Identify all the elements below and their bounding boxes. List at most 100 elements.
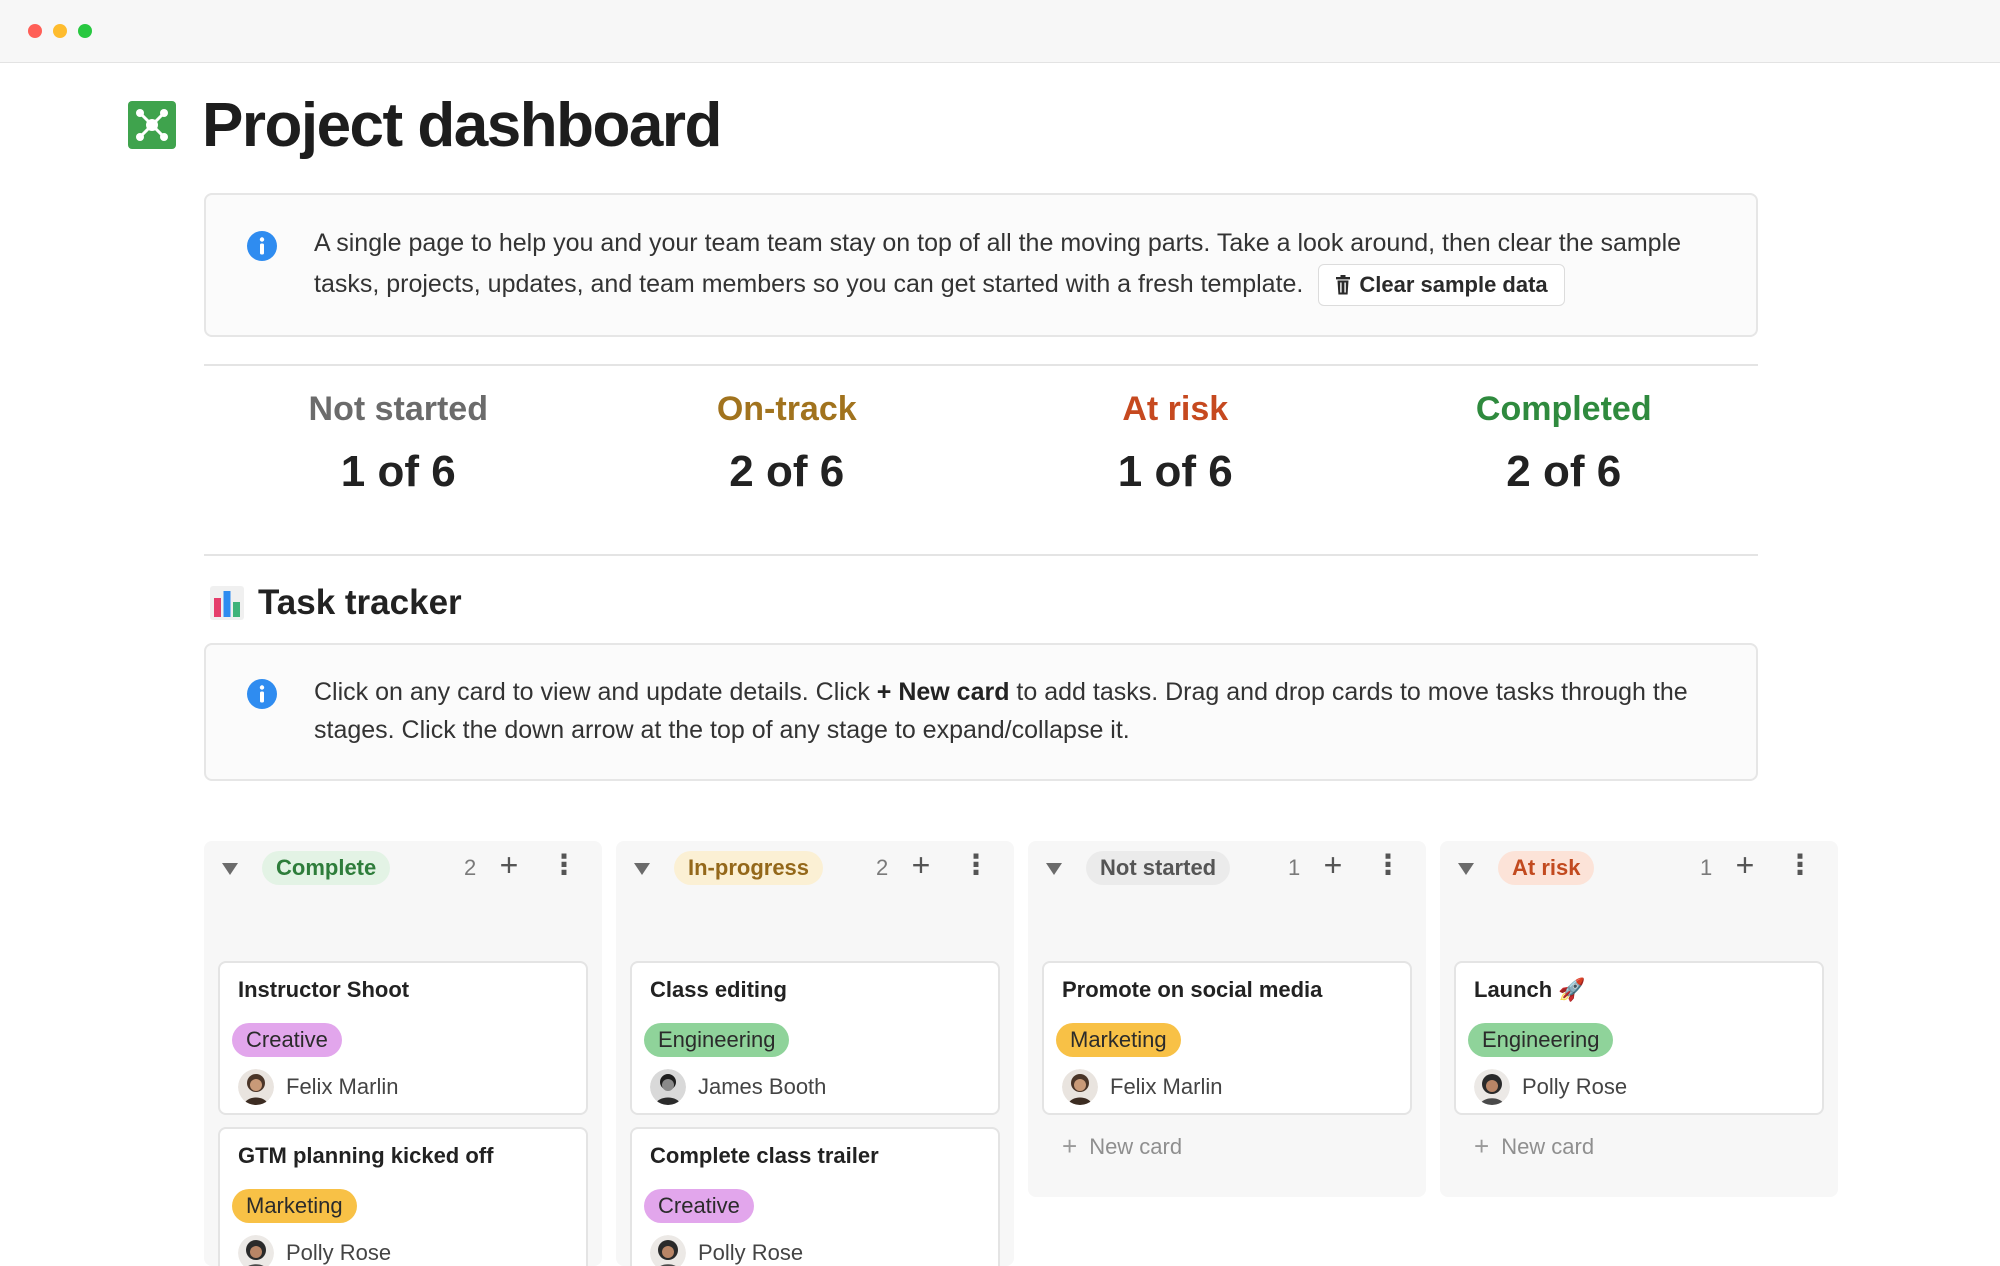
card-title: Instructor Shoot: [238, 977, 410, 1002]
intro-callout: A single page to help you and your team …: [204, 193, 1758, 337]
plus-icon: +: [1062, 1131, 1078, 1161]
column-count: 2: [464, 855, 477, 880]
task-tracker-header: Task tracker: [210, 578, 462, 628]
card-title: Complete class trailer: [650, 1143, 879, 1168]
assignee-name: James Booth: [698, 1074, 827, 1099]
new-card-button[interactable]: + New card: [1474, 1131, 1594, 1162]
column-header: Complete 2 + ⋮: [204, 841, 602, 901]
task-card[interactable]: Complete class trailer Creative Polly Ro…: [630, 1127, 1000, 1266]
card-title: Promote on social media: [1062, 977, 1323, 1002]
card-tag: Marketing: [232, 1189, 357, 1223]
stat-completed: Completed 2 of 6: [1370, 364, 1759, 504]
collapse-caret-icon[interactable]: [634, 863, 650, 875]
status-pill: In-progress: [674, 851, 824, 885]
assignee-name: Polly Rose: [1522, 1074, 1628, 1099]
info-icon: [247, 231, 277, 261]
more-options-icon[interactable]: ⋮: [1374, 847, 1402, 883]
task-tracker-title: Task tracker: [258, 583, 462, 622]
more-options-icon[interactable]: ⋮: [550, 847, 578, 883]
assignee-name: Felix Marlin: [1110, 1074, 1223, 1099]
page-title: Project dashboard: [202, 90, 722, 160]
add-card-icon[interactable]: +: [1318, 847, 1348, 883]
help-text-part: Click on any card to view and update det…: [314, 678, 877, 706]
more-options-icon[interactable]: ⋮: [962, 847, 990, 883]
avatar: [650, 1069, 686, 1105]
new-card-label: New card: [1501, 1133, 1595, 1159]
assignee-name: Polly Rose: [698, 1240, 804, 1265]
assignee-name: Polly Rose: [286, 1240, 392, 1265]
stat-label: Completed: [1475, 390, 1652, 428]
task-card[interactable]: GTM planning kicked off Marketing Polly …: [218, 1127, 588, 1266]
card-title: Class editing: [650, 977, 787, 1002]
stat-value: 1 of 6: [1117, 447, 1233, 496]
stat-value: 2 of 6: [729, 447, 845, 496]
stat-label: Not started: [308, 390, 488, 428]
board-column-in-progress: In-progress 2 + ⋮ Class editing Engineer…: [616, 841, 1014, 1266]
divider: [204, 554, 1758, 556]
task-tracker-help-callout: Click on any card to view and update det…: [204, 643, 1758, 781]
board-column-complete: Complete 2 + ⋮ Instructor Shoot Creative…: [204, 841, 602, 1266]
column-header: In-progress 2 + ⋮: [616, 841, 1014, 901]
status-summary: Not started 1 of 6 On-track 2 of 6 At ri…: [204, 364, 1758, 504]
window-maximize-button[interactable]: [78, 24, 92, 38]
clear-sample-data-label: Clear sample data: [1359, 272, 1548, 298]
status-pill: Complete: [262, 851, 391, 885]
card-title: Launch 🚀: [1474, 977, 1586, 1002]
card-assignee: Polly Rose: [650, 1235, 803, 1266]
status-pill: Not started: [1086, 851, 1231, 885]
task-tracker-help-text: Click on any card to view and update det…: [314, 673, 1700, 749]
add-card-icon[interactable]: +: [906, 847, 936, 883]
stat-label: On-track: [716, 390, 857, 428]
stat-value: 1 of 6: [340, 447, 456, 496]
card-tag: Engineering: [644, 1023, 790, 1057]
stat-at-risk: At risk 1 of 6: [981, 364, 1370, 504]
column-header: At risk 1 + ⋮: [1440, 841, 1838, 901]
collapse-caret-icon[interactable]: [1458, 863, 1474, 875]
card-tag: Creative: [232, 1023, 342, 1057]
card-assignee: Polly Rose: [1474, 1069, 1627, 1105]
card-tag: Engineering: [1468, 1023, 1614, 1057]
window-minimize-button[interactable]: [53, 24, 67, 38]
add-card-icon[interactable]: +: [494, 847, 524, 883]
avatar: [1062, 1069, 1098, 1105]
bar-chart-icon: [210, 586, 244, 620]
task-card[interactable]: Promote on social media Marketing Felix …: [1042, 961, 1412, 1115]
stat-label: At risk: [1122, 390, 1229, 428]
window-titlebar: [0, 0, 2000, 63]
stat-value: 2 of 6: [1506, 447, 1622, 496]
collapse-caret-icon[interactable]: [222, 863, 238, 875]
card-tag: Creative: [644, 1189, 754, 1223]
card-assignee: Felix Marlin: [238, 1069, 398, 1105]
more-options-icon[interactable]: ⋮: [1786, 847, 1814, 883]
collapse-caret-icon[interactable]: [1046, 863, 1062, 875]
page-content: Project dashboard A single page to help …: [0, 63, 2000, 1266]
task-card[interactable]: Class editing Engineering James Booth: [630, 961, 1000, 1115]
avatar: [650, 1235, 686, 1266]
window-close-button[interactable]: [28, 24, 42, 38]
new-card-button[interactable]: + New card: [1062, 1131, 1182, 1162]
plus-icon: +: [1474, 1131, 1490, 1161]
stat-on-track: On-track 2 of 6: [593, 364, 982, 504]
network-icon: [128, 101, 176, 149]
trash-icon: [1336, 275, 1351, 295]
task-card[interactable]: Instructor Shoot Creative Felix Marlin: [218, 961, 588, 1115]
card-assignee: Felix Marlin: [1062, 1069, 1222, 1105]
page-header: Project dashboard: [128, 85, 722, 165]
card-title: GTM planning kicked off: [238, 1143, 494, 1168]
column-count: 1: [1288, 855, 1301, 880]
clear-sample-data-button[interactable]: Clear sample data: [1318, 264, 1565, 307]
new-card-label: New card: [1089, 1133, 1183, 1159]
intro-callout-text: A single page to help you and your team …: [314, 223, 1700, 307]
avatar: [238, 1235, 274, 1266]
card-assignee: Polly Rose: [238, 1235, 391, 1266]
info-icon: [247, 679, 277, 709]
kanban-board: Complete 2 + ⋮ Instructor Shoot Creative…: [204, 841, 1844, 1266]
status-pill: At risk: [1498, 851, 1595, 885]
assignee-name: Felix Marlin: [286, 1074, 399, 1099]
column-header: Not started 1 + ⋮: [1028, 841, 1426, 901]
card-assignee: James Booth: [650, 1069, 826, 1105]
add-card-icon[interactable]: +: [1730, 847, 1760, 883]
column-count: 1: [1700, 855, 1713, 880]
help-text-new-card: + New card: [876, 678, 1010, 706]
task-card[interactable]: Launch 🚀 Engineering Polly Rose: [1454, 961, 1824, 1115]
